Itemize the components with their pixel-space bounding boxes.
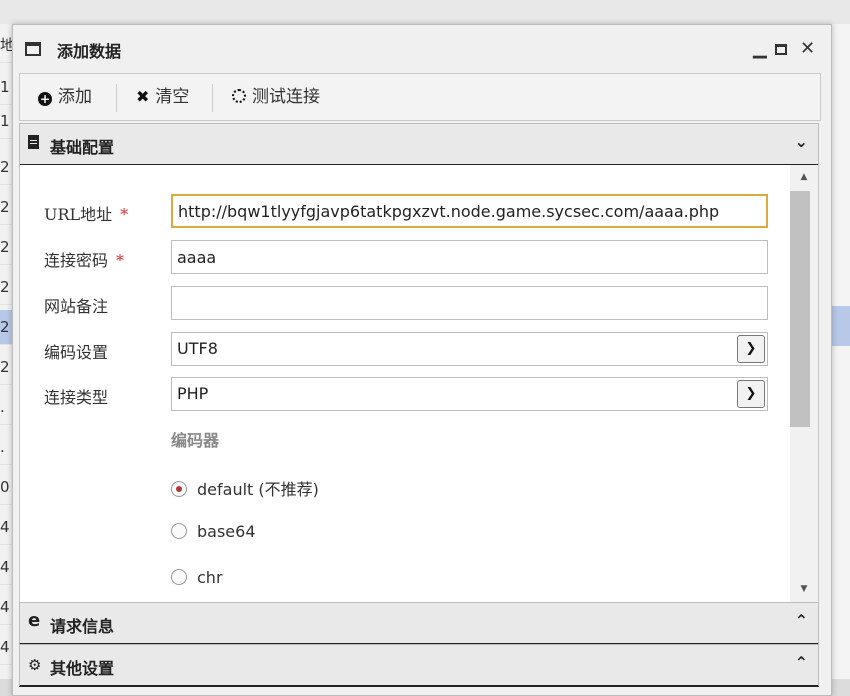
- panel-other-settings-header[interactable]: ⚙ 其他设置 ⌃: [19, 644, 819, 687]
- scroll-down-arrow-icon[interactable]: ▼: [790, 581, 818, 597]
- panel-basic-config-title: 基础配置: [50, 138, 115, 157]
- basic-config-form: URL地址 * 连接密码 * 网站备注 编码设置 UTF8 ❯ 连接类型 PHP ❯…: [19, 165, 819, 602]
- encoder-option-label: chr: [197, 568, 223, 587]
- chevron-up-icon: ⌃: [794, 653, 808, 672]
- background-row: 2: [0, 150, 12, 185]
- encoding-label: 编码设置: [44, 343, 109, 362]
- chevron-up-icon: ⌃: [794, 611, 808, 630]
- url-field[interactable]: [171, 194, 768, 228]
- panel-request-info-title: 请求信息: [50, 617, 115, 636]
- test-connection-label: 测试连接: [252, 87, 320, 107]
- note-field[interactable]: [171, 286, 768, 320]
- background-row: 4: [0, 590, 12, 625]
- url-label: URL地址 *: [44, 201, 128, 225]
- background-row: 4: [0, 510, 12, 545]
- url-label-text: URL地址: [44, 205, 113, 224]
- document-icon: [28, 135, 39, 153]
- toolbar-divider: [212, 84, 213, 112]
- password-field[interactable]: [171, 240, 768, 274]
- encoder-option-label: default (不推荐): [197, 480, 319, 499]
- radio-icon[interactable]: [171, 523, 187, 539]
- dialog-toolbar: + 添加 ✖ 清空 测试连接: [19, 73, 821, 121]
- chevron-down-icon[interactable]: ❯: [737, 335, 765, 363]
- encoder-option-base64[interactable]: base64: [171, 522, 256, 541]
- background-selected-row: [831, 306, 850, 346]
- dialog-title: 添加数据: [57, 42, 122, 61]
- radio-icon[interactable]: [171, 569, 187, 585]
- dialog-titlebar[interactable]: 添加数据 ▁ ✕: [13, 25, 831, 73]
- background-header: [0, 0, 850, 25]
- background-row: 2: [0, 270, 12, 305]
- encoder-heading: 编码器: [171, 431, 220, 450]
- background-row: 2: [0, 190, 12, 225]
- required-marker: *: [120, 205, 129, 224]
- minimize-button[interactable]: ▁: [753, 37, 767, 61]
- clear-button-label: 清空: [155, 87, 190, 107]
- add-button-label: 添加: [58, 87, 92, 107]
- panel-basic-config-header[interactable]: 基础配置 ⌄: [19, 123, 819, 166]
- maximize-button[interactable]: [775, 44, 787, 55]
- background-row: 4: [0, 630, 12, 665]
- radio-selected-icon[interactable]: [171, 481, 187, 497]
- background-right-pane: [830, 24, 850, 679]
- add-data-dialog: 添加数据 ▁ ✕ + 添加 ✖ 清空 测试连接 基础配置 ⌄ URL地址 * 连接密码…: [12, 24, 832, 696]
- add-button[interactable]: + 添加: [38, 74, 92, 120]
- close-button[interactable]: ✕: [800, 37, 815, 61]
- note-label: 网站备注: [44, 297, 109, 316]
- window-icon: [25, 42, 41, 56]
- gears-icon: ⚙: [28, 656, 42, 674]
- password-label: 连接密码 *: [44, 247, 124, 271]
- encoding-value: UTF8: [177, 339, 218, 358]
- plus-circle-icon: +: [38, 92, 52, 106]
- panel-other-settings-title: 其他设置: [50, 659, 115, 678]
- background-row: .: [0, 390, 12, 425]
- background-row: 地: [0, 28, 12, 63]
- chevron-down-icon[interactable]: ❯: [737, 380, 765, 408]
- x-icon: ✖: [136, 87, 150, 106]
- e-icon: e: [28, 610, 41, 631]
- required-marker: *: [116, 251, 125, 270]
- test-connection-button[interactable]: 测试连接: [232, 74, 320, 120]
- encoder-option-label: base64: [197, 522, 256, 541]
- encoding-select[interactable]: UTF8 ❯: [171, 332, 768, 366]
- type-value: PHP: [177, 384, 209, 403]
- scroll-up-arrow-icon[interactable]: ▲: [790, 169, 818, 185]
- url-input[interactable]: [173, 196, 766, 226]
- encoder-option-default[interactable]: default (不推荐): [171, 476, 319, 500]
- type-label: 连接类型: [44, 388, 109, 407]
- background-row: 0: [0, 470, 12, 505]
- panel-request-info-header[interactable]: e 请求信息 ⌃: [19, 602, 819, 645]
- background-row: 4: [0, 550, 12, 585]
- background-row: 1: [0, 104, 12, 139]
- scrollbar-thumb[interactable]: [790, 191, 810, 427]
- background-row: 2: [0, 350, 12, 385]
- toolbar-divider: [116, 84, 117, 112]
- note-input[interactable]: [172, 287, 767, 319]
- form-scrollbar[interactable]: ▲ ▼: [790, 165, 818, 602]
- chevron-down-icon: ⌄: [794, 132, 808, 151]
- password-label-text: 连接密码: [44, 251, 109, 270]
- background-row: .: [0, 430, 12, 465]
- spinner-icon: [232, 89, 246, 103]
- type-select[interactable]: PHP ❯: [171, 377, 768, 411]
- background-row: 2: [0, 230, 12, 265]
- background-row: 1: [0, 70, 12, 105]
- background-row: 2: [0, 310, 12, 345]
- clear-button[interactable]: ✖ 清空: [136, 74, 189, 120]
- password-input[interactable]: [172, 241, 767, 273]
- encoder-option-chr[interactable]: chr: [171, 568, 223, 587]
